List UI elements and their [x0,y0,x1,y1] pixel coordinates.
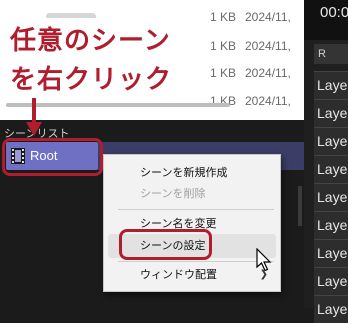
menu-separator [118,209,274,210]
file-date: 2024/11, [245,94,291,108]
file-size: 1 KB [210,10,237,24]
file-size: 1 KB [210,39,237,53]
file-size: 1 KB [210,66,237,80]
menu-item-window-layout[interactable]: ウィンドウ配置 ❯ [108,263,276,287]
file-date: 2024/11, [245,10,291,24]
highlight-scene-settings [119,229,212,260]
menu-separator [118,261,274,262]
layer-row[interactable]: Laye [314,155,348,183]
layer-row[interactable]: Laye [314,295,348,323]
annotation-line-1: 任意のシーン [10,26,171,56]
annotation-line-2: を右クリック [10,65,173,95]
layer-row[interactable]: Laye [314,127,348,155]
layer-row[interactable]: Laye [314,99,348,127]
highlight-root-scene [2,138,103,176]
layer-row[interactable]: Laye [314,267,348,295]
layer-row[interactable]: Laye [314,211,348,239]
time-display: 00:0 [320,4,348,21]
layer-row[interactable]: Laye [314,239,348,267]
file-date: 2024/11, [245,66,291,80]
layer-row[interactable]: Laye [314,183,348,211]
vertical-scrollbar[interactable] [298,186,302,226]
context-menu: シーンを新規作成 シーンを削除 シーン名を変更 シーンの設定 ウィンドウ配置 ❯ [103,154,281,292]
file-date: 2024/11, [245,39,291,53]
layer-row[interactable]: Laye [314,71,348,99]
menu-item-window-layout-label: ウィンドウ配置 [140,268,217,281]
menu-item-delete-scene[interactable]: シーンを削除 [108,182,276,206]
mouse-cursor-icon [256,248,272,272]
layer-panel-header: R [314,44,348,64]
arrow-down-icon [26,98,42,136]
